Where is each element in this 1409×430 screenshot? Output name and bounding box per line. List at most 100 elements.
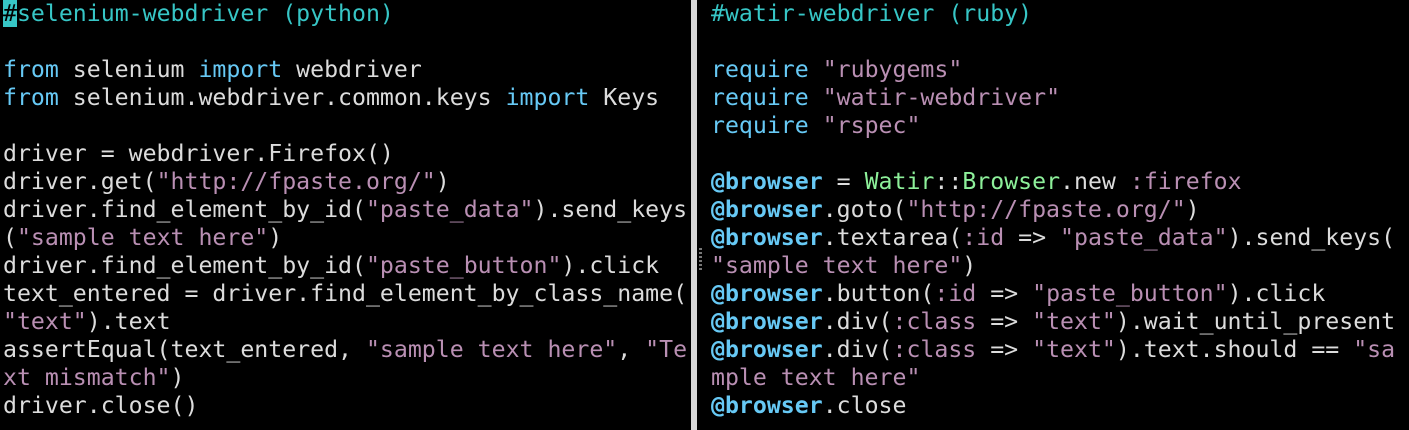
code-token-string: "paste_button" — [365, 252, 562, 279]
code-token-ivar: @browser — [711, 392, 823, 419]
divider-bar[interactable] — [691, 0, 697, 430]
code-token-default: => — [976, 308, 1033, 335]
code-line: @browser.div(:class => "text").wait_unti… — [711, 308, 1395, 336]
code-token-default: selenium.webdriver.common.keys — [58, 84, 506, 111]
code-line: from selenium.webdriver.common.keys impo… — [3, 84, 687, 112]
left-editor-pane[interactable]: #selenium-webdriver (python) from seleni… — [0, 0, 690, 430]
code-token-default: ).send_keys — [533, 196, 688, 223]
code-token-string: "http://fpaste.org/" — [906, 196, 1186, 223]
code-token-default: ).send_keys( — [1227, 224, 1396, 251]
code-token-string: "sample text here" — [711, 252, 963, 279]
code-line: assertEqual(text_entered, "sample text h… — [3, 336, 687, 364]
code-token-keyword: import — [198, 56, 283, 83]
code-token-default — [809, 84, 823, 111]
code-token-default: text_entered = driver.find_element_by_cl… — [3, 280, 688, 307]
code-line: "sample text here") — [711, 252, 1395, 280]
code-token-default: driver.find_element_by_id( — [3, 252, 366, 279]
right-editor-pane[interactable]: #watir-webdriver (ruby) require "rubygem… — [708, 0, 1409, 430]
code-token-string: "paste_data" — [365, 196, 534, 223]
code-line: "text").text — [3, 308, 687, 336]
code-token-string: "sample text here" — [16, 224, 269, 251]
code-line: @browser.textarea(:id => "paste_data").s… — [711, 224, 1395, 252]
code-token-string: "http://fpaste.org/" — [156, 168, 436, 195]
code-token-string: "sa — [1353, 336, 1396, 363]
code-line: mple text here" — [711, 364, 1395, 392]
code-token-symbol: :class — [892, 308, 977, 335]
code-token-default: assertEqual(text_entered, — [3, 336, 366, 363]
code-token-default: driver = webdriver.Firefox() — [3, 140, 394, 167]
code-token-const: Browser — [962, 168, 1061, 195]
code-line: @browser.div(:class => "text").text.shou… — [711, 336, 1395, 364]
code-line: #watir-webdriver (ruby) — [711, 0, 1395, 28]
code-line: require "rubygems" — [711, 56, 1395, 84]
code-token-keyword: require — [711, 84, 809, 111]
code-token-default: .textarea( — [822, 224, 963, 251]
code-token-default: ).click — [1227, 280, 1326, 307]
code-token-string: "Te — [645, 336, 688, 363]
code-token-default: .div( — [822, 308, 893, 335]
code-token-string: mple text here" — [711, 364, 921, 391]
code-token-ivar: @browser — [711, 224, 823, 251]
code-line: require "watir-webdriver" — [711, 84, 1395, 112]
code-line: @browser.goto("http://fpaste.org/") — [711, 196, 1395, 224]
left-code-area[interactable]: #selenium-webdriver (python) from seleni… — [3, 0, 687, 420]
code-token-default: .new — [1060, 168, 1130, 195]
pane-divider[interactable] — [691, 0, 708, 430]
code-token-string: xt mismatch" — [3, 364, 171, 391]
code-line: driver.find_element_by_id("paste_data").… — [3, 196, 687, 224]
code-token-default: ).click — [561, 252, 660, 279]
code-token-keyword: require — [711, 112, 809, 139]
code-token-ivar: @browser — [711, 336, 823, 363]
code-line: @browser.button(:id => "paste_button").c… — [711, 280, 1395, 308]
code-token-default: ).text — [86, 308, 171, 335]
code-token-const: Watir — [864, 168, 935, 195]
code-token-keyword: from — [3, 84, 59, 111]
code-line: @browser = Watir::Browser.new :firefox — [711, 168, 1395, 196]
code-token-default: ) — [268, 224, 283, 251]
code-token-string: "rubygems" — [822, 56, 963, 83]
code-token-default: driver.close() — [3, 392, 199, 419]
code-token-comment: selenium-webdriver (python) — [16, 0, 394, 27]
code-token-default: driver.find_element_by_id( — [3, 196, 366, 223]
code-token-default: => — [976, 280, 1033, 307]
code-token-ivar: @browser — [711, 196, 823, 223]
code-token-default: selenium — [58, 56, 199, 83]
code-token-default: => — [976, 336, 1033, 363]
code-token-string: "paste_data" — [1060, 224, 1228, 251]
code-token-comment: #watir-webdriver (ruby) — [711, 0, 1033, 27]
code-token-string: "sample text here" — [365, 336, 618, 363]
code-token-ivar: @browser — [711, 308, 823, 335]
text-cursor: # — [3, 0, 17, 27]
divider-grip-icon[interactable] — [699, 248, 702, 270]
code-line: ("sample text here") — [3, 224, 687, 252]
code-line: text_entered = driver.find_element_by_cl… — [3, 280, 687, 308]
code-token-symbol: :id — [934, 280, 977, 307]
code-token-default: , — [617, 336, 646, 363]
code-line: driver.close() — [3, 392, 687, 420]
code-token-default: ).wait_until_present — [1115, 308, 1396, 335]
code-token-string: "rspec" — [822, 112, 921, 139]
code-token-default: = — [822, 168, 865, 195]
code-token-default: ).text.should == — [1115, 336, 1354, 363]
code-token-default — [809, 112, 823, 139]
code-token-default — [809, 56, 823, 83]
code-token-keyword: require — [711, 56, 809, 83]
code-line: xt mismatch") — [3, 364, 687, 392]
code-token-default: .div( — [822, 336, 893, 363]
code-token-string: "paste_button" — [1032, 280, 1228, 307]
code-token-default: ) — [962, 252, 977, 279]
code-token-default: Keys — [589, 84, 660, 111]
right-code-area[interactable]: #watir-webdriver (ruby) require "rubygem… — [711, 0, 1395, 420]
code-token-symbol: :id — [962, 224, 1005, 251]
code-line: driver.get("http://fpaste.org/") — [3, 168, 687, 196]
code-token-symbol: :firefox — [1129, 168, 1242, 195]
code-token-keyword: from — [3, 56, 59, 83]
code-token-keyword: import — [505, 84, 590, 111]
code-token-default: ) — [1185, 196, 1200, 223]
code-token-default: .goto( — [822, 196, 907, 223]
code-token-string: "text" — [3, 308, 87, 335]
code-token-ivar: @browser — [711, 280, 823, 307]
